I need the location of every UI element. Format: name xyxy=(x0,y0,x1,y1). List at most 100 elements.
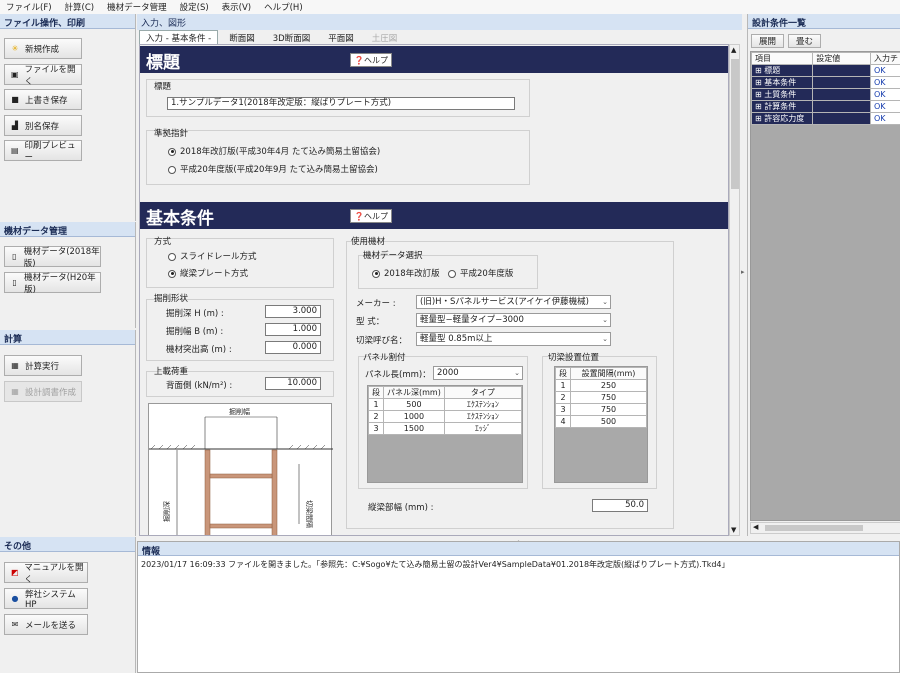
horizontal-scrollbar[interactable]: ◀ xyxy=(750,522,900,534)
row-item[interactable]: ⊞ 基本条件 xyxy=(750,76,814,89)
panel-cell-type[interactable]: ｴｸｽﾃﾝｼｮﾝ xyxy=(443,398,523,411)
menu-settings[interactable]: 設定(S) xyxy=(180,1,209,13)
table-row[interactable]: 3 750 xyxy=(555,403,647,416)
company-hp-button[interactable]: ● 弊社システムHP xyxy=(4,588,88,610)
strut-name-select[interactable]: 軽量型 0.85m以上 ⌄ xyxy=(416,332,611,346)
open-file-icon: ▣ xyxy=(10,69,19,79)
other-panel: その他 ◩ マニュアルを開く ● 弊社システムHP ✉ メールを送る xyxy=(0,537,136,673)
tab-earth-pressure[interactable]: 土圧図 xyxy=(365,30,405,44)
new-button[interactable]: ✳ 新規作成 xyxy=(4,38,82,59)
type-select[interactable]: 軽量型−軽量タイプ−3000 ⌄ xyxy=(416,313,611,327)
back-input[interactable]: 10.000 xyxy=(265,377,321,390)
splitter-arrow-icon[interactable]: ▸ xyxy=(741,268,745,276)
help-button[interactable]: ❓ヘルプ xyxy=(350,53,392,67)
menu-help[interactable]: ヘルプ(H) xyxy=(264,1,303,13)
menu-file[interactable]: ファイル(F) xyxy=(6,1,52,13)
panel-cell-depth[interactable]: 1000 xyxy=(383,410,445,423)
collapse-button[interactable]: 畳む xyxy=(788,34,821,48)
table-row[interactable]: ⊞ 許容応力度 OK xyxy=(750,112,900,125)
run-calc-button[interactable]: ▦ 計算実行 xyxy=(4,355,82,376)
strut-cell-interval[interactable]: 750 xyxy=(570,391,647,404)
scroll-thumb[interactable] xyxy=(731,59,739,189)
row-item[interactable]: ⊞ 許容応力度 xyxy=(750,112,814,125)
strut-cell-interval[interactable]: 750 xyxy=(570,403,647,416)
material-h20-radio-label: 平成20年度版 xyxy=(460,269,514,279)
panel-length-select[interactable]: 2000 ⌄ xyxy=(433,366,523,380)
input-area: 入力、図形 入力 - 基本条件 - 断面図 3D断面図 平面図 土圧図 標題 ❓… xyxy=(137,14,742,536)
table-row[interactable]: 4 500 xyxy=(555,415,647,428)
print-preview-button[interactable]: ▤ 印刷プレビュー xyxy=(4,140,82,163)
table-row[interactable]: 1 250 xyxy=(555,379,647,392)
panel-cell-type[interactable]: ｴｸｽﾃﾝｼｮﾝ xyxy=(443,410,523,423)
material-h20-radio[interactable]: 平成20年度版 xyxy=(448,267,513,279)
help-button[interactable]: ❓ヘルプ xyxy=(350,209,392,223)
panel-cell-type[interactable]: ｴｯｼﾞ xyxy=(443,422,523,435)
scroll-left-icon[interactable]: ◀ xyxy=(753,523,758,531)
scroll-thumb[interactable] xyxy=(765,525,863,531)
material-protrude-input[interactable]: 0.000 xyxy=(265,341,321,354)
strut-cell-interval[interactable]: 250 xyxy=(570,379,647,392)
exc-width-input[interactable]: 1.000 xyxy=(265,323,321,336)
table-row[interactable]: 1 500 ｴｸｽﾃﾝｼｮﾝ xyxy=(368,398,523,411)
row-value xyxy=(812,112,871,125)
calc-panel: 計算 ▦ 計算実行 ▦ 設計調書作成 xyxy=(0,330,136,536)
save-as-button-label: 別名保存 xyxy=(25,121,60,132)
title-input[interactable]: 1.サンプルデータ1(2018年改定版：縦ばりプレート方式) xyxy=(167,97,515,110)
chevron-down-icon: ⌄ xyxy=(602,335,608,343)
menu-calc[interactable]: 計算(C) xyxy=(65,1,95,13)
menu-view[interactable]: 表示(V) xyxy=(222,1,251,13)
scroll-down-icon[interactable]: ▼ xyxy=(731,526,736,534)
print-preview-label: 印刷プレビュー xyxy=(24,140,76,163)
vertical-plate-radio[interactable]: 縦梁プレート方式 xyxy=(168,267,248,279)
table-row[interactable]: ⊞ 基本条件 OK xyxy=(750,76,900,89)
open-button[interactable]: ▣ ファイルを開く xyxy=(4,64,82,87)
strut-cell-stage: 2 xyxy=(555,391,571,404)
tab-plan[interactable]: 平面図 xyxy=(321,30,361,44)
strut-cell-interval[interactable]: 500 xyxy=(570,415,647,428)
material-2018-radio[interactable]: 2018年改訂版 xyxy=(372,267,440,279)
table-row[interactable]: 3 1500 ｴｯｼﾞ xyxy=(368,422,523,435)
panel-grid: 段 パネル深(mm) タイプ 1 500 ｴｸｽﾃﾝｼｮﾝ 2 1000 ｴｸｽﾃﾝｼｮ… xyxy=(367,385,523,483)
vertical-scrollbar[interactable]: ▲ ▼ xyxy=(729,44,740,536)
expand-plus-icon[interactable]: ⊞ xyxy=(755,78,762,87)
material-h20-label: 機材データ(H20年版) xyxy=(24,272,96,295)
diagram-strut-label: 切梁間隔 xyxy=(305,500,314,528)
standard-2018-radio[interactable]: 2018年改訂版(平成30年4月 たて込み簡易土留協会) xyxy=(168,145,380,157)
row-item[interactable]: ⊞ 標題 xyxy=(750,64,814,77)
material-h20-button[interactable]: ▯ 機材データ(H20年版) xyxy=(4,272,101,295)
standard-h20-radio[interactable]: 平成20年度版(平成20年9月 たて込み簡易土留協会) xyxy=(168,163,378,175)
maker-label: メーカー : xyxy=(356,299,396,309)
table-row[interactable]: ⊞ 計算条件 OK xyxy=(750,100,900,113)
panel-cell-depth[interactable]: 500 xyxy=(383,398,445,411)
expand-plus-icon[interactable]: ⊞ xyxy=(755,114,762,123)
expand-plus-icon[interactable]: ⊞ xyxy=(755,90,762,99)
mail-icon: ✉ xyxy=(11,619,19,629)
send-mail-button[interactable]: ✉ メールを送る xyxy=(4,614,88,635)
scroll-up-icon[interactable]: ▲ xyxy=(731,46,736,54)
save-as-button[interactable]: ▟ 別名保存 xyxy=(4,115,82,136)
tab-3d-section[interactable]: 3D断面図 xyxy=(266,30,317,44)
table-row[interactable]: 2 750 xyxy=(555,391,647,404)
open-manual-button[interactable]: ◩ マニュアルを開く xyxy=(4,562,88,585)
expand-plus-icon[interactable]: ⊞ xyxy=(755,102,762,111)
save-button[interactable]: ■ 上書き保存 xyxy=(4,89,82,110)
table-row[interactable]: ⊞ 土質条件 OK xyxy=(750,88,900,101)
panel-cell-depth[interactable]: 1500 xyxy=(383,422,445,435)
table-row[interactable]: 2 1000 ｴｸｽﾃﾝｼｮﾝ xyxy=(368,410,523,423)
create-report-label: 設計調書作成 xyxy=(25,387,77,398)
material-2018-button[interactable]: ▯ 機材データ(2018年版) xyxy=(4,246,101,269)
expand-plus-icon[interactable]: ⊞ xyxy=(755,66,762,75)
menu-material-data[interactable]: 機材データ管理 xyxy=(107,1,167,13)
maker-select[interactable]: (旧)H・Sパネルサービス(アイケイ伊藤機械) ⌄ xyxy=(416,295,611,309)
tab-basic-conditions[interactable]: 入力 - 基本条件 - xyxy=(139,30,219,44)
tab-section[interactable]: 断面図 xyxy=(222,30,262,44)
beam-width-input[interactable]: 50.0 xyxy=(592,499,648,512)
create-report-button[interactable]: ▦ 設計調書作成 xyxy=(4,381,82,402)
table-row[interactable]: ⊞ 標題 OK xyxy=(750,64,900,77)
slide-rail-radio[interactable]: スライドレール方式 xyxy=(168,250,257,262)
document-icon: ▯ xyxy=(12,277,17,287)
row-item[interactable]: ⊞ 計算条件 xyxy=(750,100,814,113)
exc-depth-input[interactable]: 3.000 xyxy=(265,305,321,318)
expand-button[interactable]: 展開 xyxy=(751,34,784,48)
row-item[interactable]: ⊞ 土質条件 xyxy=(750,88,814,101)
